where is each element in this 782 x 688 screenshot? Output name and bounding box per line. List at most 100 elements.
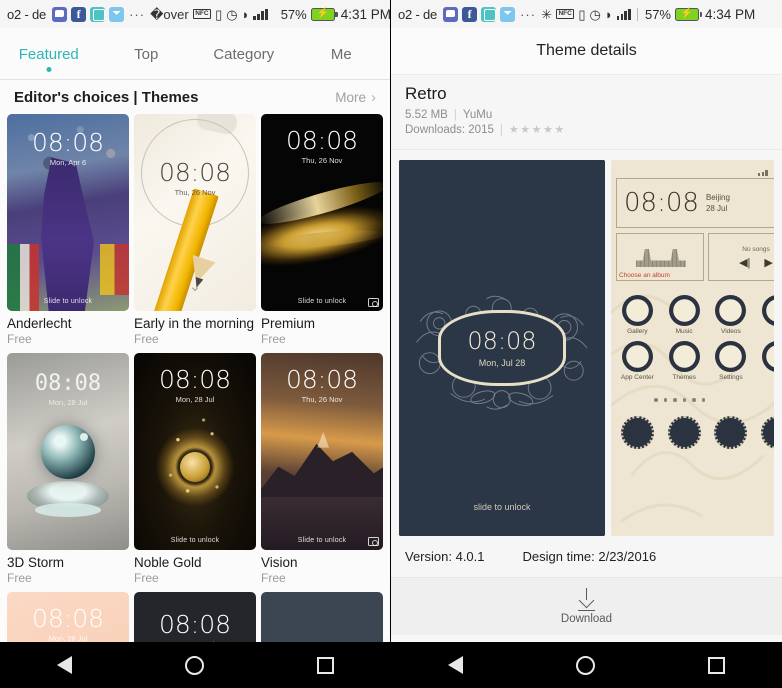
carrier-label: o2 - de [7, 6, 47, 22]
tab-category[interactable]: Category [195, 44, 293, 63]
slide-to-unlock-text: Slide to unlock [297, 537, 347, 544]
right-phone-screen: o2 - de f ··· ✳ NFC ▯ ◷ ◗ 57% ⚡ 4:34 PM … [391, 0, 782, 688]
theme-thumbnail[interactable]: 08:08 Mon, 28 Jul Slide to unlock [134, 353, 256, 550]
home-icon[interactable] [184, 655, 204, 675]
facebook-icon: f [71, 6, 87, 22]
album-art-slot[interactable]: Choose an album [616, 233, 704, 281]
theme-price: Free [134, 571, 159, 585]
status-bar: o2 - de f ··· ✳ NFC ▯ ◷ ◗ 57% ⚡ 4:34 PM [391, 0, 782, 28]
storm-orb-art [41, 424, 95, 479]
preview-homescreen[interactable]: 08:08 Beijing 28 Jul Choose an album No … [611, 160, 774, 536]
tab-top[interactable]: Top [98, 44, 196, 63]
home-date: 28 Jul [705, 204, 728, 213]
app-icon-generic [762, 341, 774, 372]
nfc-icon: NFC [555, 8, 575, 20]
download-icon [578, 587, 595, 607]
status-divider [636, 7, 638, 21]
videos-icon [715, 295, 747, 326]
theme-card[interactable]: 08:08 Thu, 26 Nov Slide to unlock Vision… [261, 353, 383, 585]
status-clock: 4:31 PM [340, 6, 391, 22]
theme-card[interactable]: 08:08 Mon, 28 Jul 3D Storm Free [7, 353, 129, 585]
lockscreen-time: 08:08 [467, 326, 537, 355]
recents-icon[interactable] [316, 656, 334, 674]
theme-card[interactable]: 08:08 Mon, Apr 6 Slide to unlock Anderle… [7, 114, 129, 346]
tab-featured[interactable]: Featured [0, 44, 98, 72]
home-time: 08:08 [624, 188, 699, 218]
app-icon-settings[interactable]: Settings [709, 341, 754, 381]
app-icon-partial[interactable]: C [755, 341, 774, 381]
theme-price: Free [261, 571, 286, 585]
app-center-icon [621, 341, 653, 372]
page-title: Theme details [536, 42, 637, 59]
more-dots-icon: ··· [129, 6, 146, 22]
gold-core-art [180, 452, 210, 483]
dock-messages-icon[interactable] [714, 416, 748, 449]
dock-browser-icon[interactable] [761, 416, 774, 449]
theme-thumbnail[interactable]: 08:08 Thu, 26 Nov ⌄ [134, 114, 256, 311]
version-label: Version: 4.0.1 [405, 549, 485, 564]
theme-meta: Retro 5.52 MB | YuMu Downloads: 2015 | ★… [391, 75, 782, 150]
app-label: Videos [720, 328, 741, 335]
dock-phone-icon[interactable] [620, 416, 654, 449]
themes-icon [668, 341, 700, 372]
section-header: Editor's choices | Themes More › [0, 80, 390, 114]
app-icon-videos[interactable]: Videos [709, 295, 754, 335]
mail-icon [500, 6, 516, 22]
thumb-time: 08:08 [158, 158, 232, 187]
thumb-time: 08:08 [34, 371, 102, 396]
theme-thumbnail[interactable]: 08:08 Mon, 28 Jul [7, 353, 129, 550]
snow-cap-art [317, 431, 330, 448]
music-controls[interactable]: No songs ◀| ▶ [708, 233, 774, 281]
preview-lockscreen[interactable]: 08:08 Mon, Jul 28 slide to unlock [399, 160, 605, 536]
tab-me[interactable]: Me [293, 44, 391, 63]
dock-row [615, 416, 774, 449]
recents-icon[interactable] [708, 656, 726, 674]
thumb-time: 08:08 [31, 128, 105, 157]
clock-widget[interactable]: 08:08 Beijing 28 Jul [616, 178, 774, 228]
theme-price: Free [7, 332, 32, 346]
preview-status-icons [757, 164, 768, 176]
theme-card[interactable]: 08:08 Mon, 28 Jul Slide to unlock Noble … [134, 353, 256, 585]
wifi-icon: ◗ [241, 6, 250, 22]
camera-icon[interactable] [368, 537, 379, 546]
dock-contacts-icon[interactable] [667, 416, 701, 449]
preview-carousel[interactable]: 08:08 Mon, Jul 28 slide to unlock 08:08 … [391, 150, 782, 536]
app-icon-music[interactable]: Music [662, 295, 707, 335]
next-track-icon[interactable]: ▶ [764, 256, 772, 269]
theme-thumbnail[interactable]: 08:08 Thu, 26 Nov Slide to unlock [261, 114, 383, 311]
app-label: C [755, 374, 774, 381]
app-icon-partial[interactable]: C [755, 295, 774, 335]
camera-icon[interactable] [368, 298, 379, 307]
nfc-icon: NFC [192, 8, 212, 20]
thumb-time: 08:08 [158, 610, 232, 639]
theme-price: Free [7, 571, 32, 585]
app-grid: Gallery Music Videos C App Center Themes… [615, 295, 774, 381]
theme-name: Anderlecht [7, 316, 72, 331]
theme-name: Early in the morning [134, 316, 255, 331]
app-icon-gallery[interactable]: Gallery [615, 295, 660, 335]
back-icon[interactable] [447, 656, 463, 674]
home-icon[interactable] [575, 655, 595, 675]
theme-thumbnail[interactable]: 08:08 Mon, Apr 6 Slide to unlock [7, 114, 129, 311]
app-icon-themes[interactable]: Themes [662, 341, 707, 381]
lockscreen-art: 08:08 Mon, Jul 28 slide to unlock [399, 160, 605, 536]
homescreen-art: 08:08 Beijing 28 Jul Choose an album No … [611, 160, 774, 536]
preview-signal-icon [757, 164, 768, 176]
back-icon[interactable] [56, 656, 72, 674]
theme-card[interactable]: 08:08 Thu, 26 Nov ⌄ Early in the morning… [134, 114, 256, 346]
theme-thumbnail[interactable]: 08:08 Thu, 26 Nov Slide to unlock [261, 353, 383, 550]
more-button[interactable]: More › [335, 89, 376, 106]
section-title: Editor's choices | Themes [14, 88, 199, 106]
tab-me-label: Me [330, 46, 352, 63]
theme-card[interactable]: 08:08 Thu, 26 Nov Slide to unlock Premiu… [261, 114, 383, 346]
choose-album-label: Choose an album [619, 272, 670, 279]
settings-icon [715, 341, 747, 372]
app-icon-app-center[interactable]: App Center [615, 341, 660, 381]
download-button[interactable]: Download [391, 578, 782, 635]
carrier-label: o2 - de [398, 6, 438, 22]
rating-stars[interactable]: ★★★★★ [509, 123, 566, 138]
transport-controls[interactable]: ◀| ▶ [739, 256, 773, 269]
music-widget[interactable]: Choose an album No songs ◀| ▶ [616, 233, 774, 281]
previous-track-icon[interactable]: ◀| [739, 256, 750, 269]
hangouts-icon [52, 6, 68, 22]
